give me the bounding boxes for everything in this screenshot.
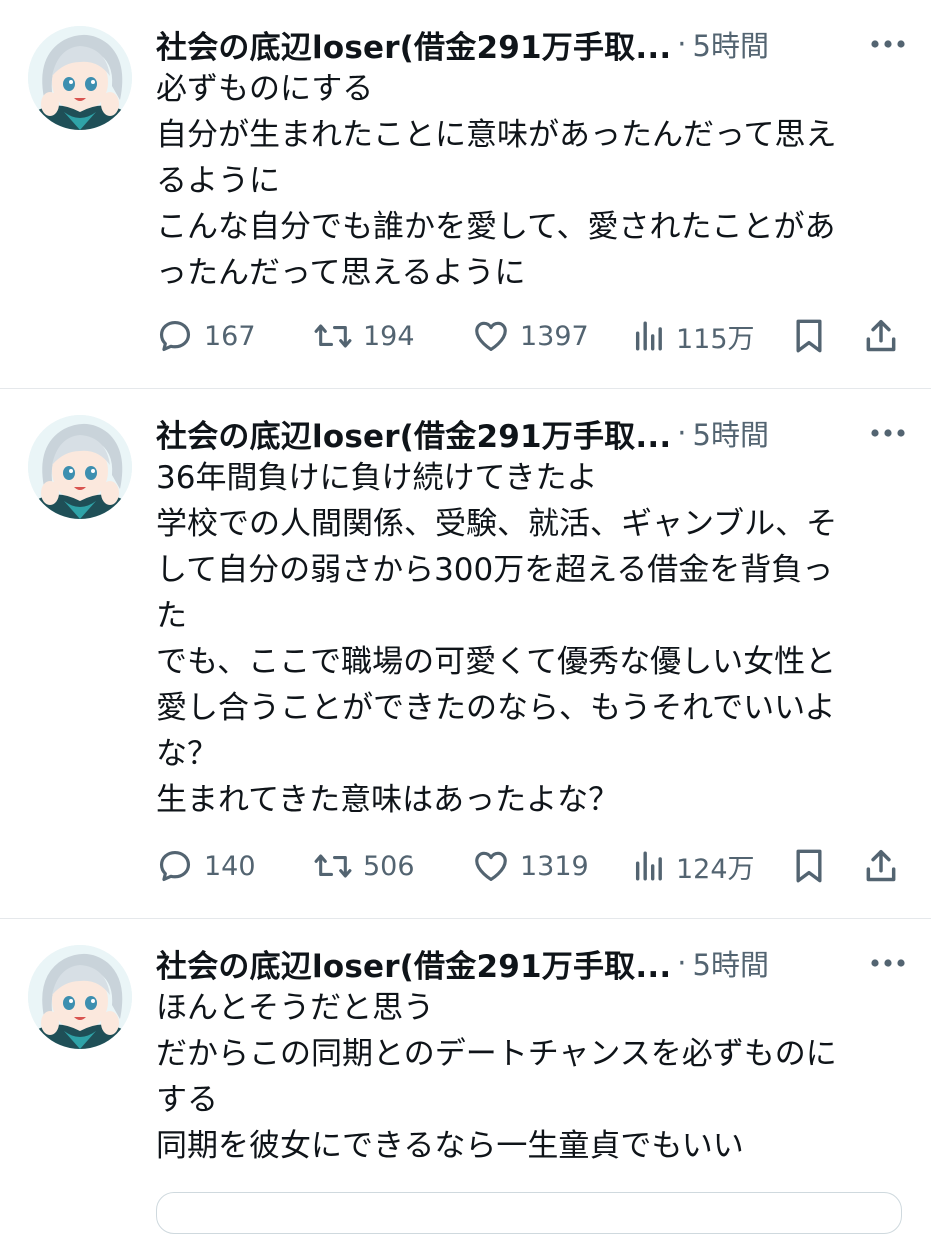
quoted-tweet-card[interactable] — [156, 1192, 902, 1234]
like-count: 1319 — [520, 850, 589, 882]
views-count: 124万 — [676, 853, 755, 885]
timestamp[interactable]: 5時間 — [693, 23, 769, 65]
avatar[interactable] — [28, 945, 132, 1049]
share-button[interactable] — [862, 841, 900, 891]
avatar[interactable] — [28, 415, 132, 519]
retweet-icon — [313, 847, 353, 885]
tweet-text: ほんとそうだと思う だからこの同期とのデートチャンスを必ずものに する 同期を彼… — [156, 990, 837, 1164]
retweet-icon — [313, 317, 353, 355]
retweet-button[interactable]: 194 — [313, 311, 415, 361]
views-count: 115万 — [676, 323, 755, 355]
like-button[interactable]: 1397 — [472, 311, 589, 361]
author-name[interactable]: 社会の底辺loser(借金291万手取... — [156, 411, 671, 456]
bookmark-icon — [792, 317, 826, 355]
tweet-text: 36年間負けに負け続けてきたよ 学校での人間関係、受験、就活、ギャンブル、そ し… — [156, 460, 838, 818]
reply-count: 167 — [204, 320, 256, 352]
separator: · — [677, 416, 687, 450]
tweet-header: 社会の底辺loser(借金291万手取... · 5時間 — [156, 941, 916, 985]
tweet-actions: 167 194 1397 115万 — [156, 311, 906, 361]
timestamp[interactable]: 5時間 — [693, 942, 769, 984]
bookmark-icon — [792, 847, 826, 885]
views-icon — [632, 848, 666, 884]
bookmark-button[interactable] — [792, 311, 826, 361]
tweet-text: 必ずものにする 自分が生まれたことに意味があったんだって思え るように こんな自… — [156, 71, 837, 291]
more-icon[interactable] — [866, 411, 910, 455]
tweet-actions: 140 506 1319 124万 — [156, 841, 906, 891]
tweet[interactable]: 社会の底辺loser(借金291万手取... · 5時間 ほんとそうだと思う だ… — [0, 919, 931, 1200]
views-icon — [632, 318, 666, 354]
timestamp[interactable]: 5時間 — [693, 412, 769, 454]
reply-icon — [156, 847, 194, 885]
reply-button[interactable]: 140 — [156, 841, 256, 891]
like-count: 1397 — [520, 320, 589, 352]
like-button[interactable]: 1319 — [472, 841, 589, 891]
retweet-count: 506 — [363, 850, 415, 882]
author-name[interactable]: 社会の底辺loser(借金291万手取... — [156, 941, 671, 986]
avatar[interactable] — [28, 26, 132, 130]
views-button[interactable]: 124万 — [632, 841, 755, 891]
more-icon[interactable] — [866, 941, 910, 985]
author-name[interactable]: 社会の底辺loser(借金291万手取... — [156, 22, 671, 67]
retweet-button[interactable]: 506 — [313, 841, 415, 891]
tweet-header: 社会の底辺loser(借金291万手取... · 5時間 — [156, 22, 916, 66]
separator: · — [677, 946, 687, 980]
tweet-header: 社会の底辺loser(借金291万手取... · 5時間 — [156, 411, 916, 455]
separator: · — [677, 27, 687, 61]
tweet[interactable]: 社会の底辺loser(借金291万手取... · 5時間 必ずものにする 自分が… — [0, 0, 931, 388]
reply-count: 140 — [204, 850, 256, 882]
share-icon — [862, 317, 900, 355]
bookmark-button[interactable] — [792, 841, 826, 891]
like-icon — [472, 317, 510, 355]
reply-icon — [156, 317, 194, 355]
more-icon[interactable] — [866, 22, 910, 66]
share-button[interactable] — [862, 311, 900, 361]
retweet-count: 194 — [363, 320, 415, 352]
like-icon — [472, 847, 510, 885]
tweet[interactable]: 社会の底辺loser(借金291万手取... · 5時間 36年間負けに負け続け… — [0, 389, 931, 919]
views-button[interactable]: 115万 — [632, 311, 755, 361]
reply-button[interactable]: 167 — [156, 311, 256, 361]
share-icon — [862, 847, 900, 885]
